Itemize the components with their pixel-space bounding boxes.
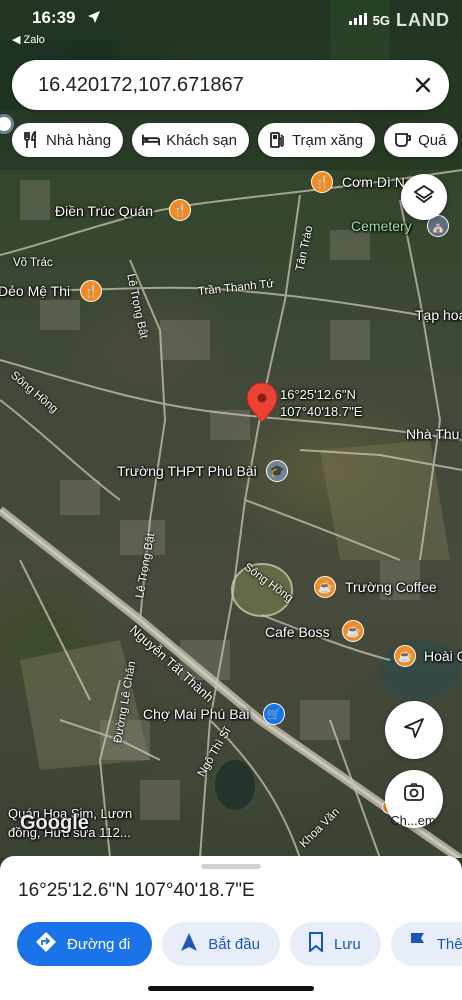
navigation-arrow-icon [180,932,198,956]
watermark-logo: LAND [396,10,450,30]
gas-station-icon [268,131,286,149]
google-logo: Google [20,812,89,834]
pin-label-lng: 107°40'18.7"E [280,404,363,419]
restaurant-poi-icon[interactable]: 🍴 [311,171,333,193]
camera-lens-icon [403,782,425,807]
action-label: Đường đi [67,935,131,953]
cafe-poi-icon[interactable]: ☕ [394,645,416,667]
poi-hoai-c[interactable]: Hoài C [424,648,462,664]
home-indicator [148,986,314,991]
bottom-sheet[interactable]: 16°25'12.6"N 107°40'18.7"E Đường đi Bắt … [0,856,462,1000]
chip-label: Quá [418,131,447,149]
save-button[interactable]: Lưu [289,922,381,966]
poi-tap-hoa[interactable]: Tạp hoá [415,307,462,323]
road-label-vo-trac: Võ Trác [13,257,53,269]
coffee-icon [394,131,412,149]
directions-icon [35,931,57,957]
chip-label: Nhà hàng [46,131,112,149]
network-type: 5G [372,13,390,28]
cafe-poi-icon[interactable]: ☕ [314,576,336,598]
chip-label: Khách sạn [166,131,237,149]
status-right-cluster: 5G LAND [348,10,450,31]
layers-icon [413,184,435,211]
search-input[interactable] [38,73,411,97]
navigation-arrow-icon [403,717,425,744]
poi-truong-coffee[interactable]: Trường Coffee [345,579,437,595]
lens-label[interactable]: Ch...em [381,813,445,828]
bookmark-icon [308,932,324,956]
start-button[interactable]: Bắt đầu [162,922,280,966]
chip-gas-stations[interactable]: Trạm xăng [257,123,376,157]
shopping-cart-icon[interactable]: 🛒 [263,703,285,725]
school-icon[interactable]: 🎓 [266,460,288,482]
flag-icon [409,932,427,956]
poi-truong-thpt[interactable]: Trường THPT Phú Bài [117,463,257,479]
action-label: Thên [436,935,462,953]
add-label-button[interactable]: Thên [390,922,462,966]
chip-coffee[interactable]: Quá [384,123,459,157]
status-time: 16:39 [32,8,76,27]
poi-deo-me-thi[interactable]: Dẻo Mệ Thi [0,283,70,299]
poi-cemetery[interactable]: Cemetery [351,218,412,234]
restaurant-poi-icon[interactable]: 🍴 [169,199,191,221]
action-buttons: Đường đi Bắt đầu Lưu Thên [17,922,462,966]
chip-label: Trạm xăng [291,131,364,149]
restaurant-poi-icon[interactable]: 🍴 [80,280,102,302]
action-label: Lưu [333,935,361,953]
poi-cafe-boss[interactable]: Cafe Boss [265,624,330,640]
directions-button[interactable]: Đường đi [17,922,153,966]
chip-hotels[interactable]: Khách sạn [132,123,249,157]
category-chips: Nhà hàng Khách sạn Trạm xăng Quá [12,123,462,159]
restaurant-icon [22,131,40,149]
poi-com-di[interactable]: Cơm Dì N [342,174,405,190]
poi-nha-thu[interactable]: Nhà Thu [406,426,459,442]
chip-restaurants[interactable]: Nhà hàng [12,123,124,157]
poi-cho-mai[interactable]: Chợ Mai Phú Bài [143,706,249,722]
status-bar: 16:39 ◀ Zalo 5G LAND [0,0,462,50]
poi-dien-truc-quan[interactable]: Điền Trúc Quán [55,203,153,219]
action-label: Bắt đầu [208,935,260,953]
sheet-coordinates: 16°25'12.6"N 107°40'18.7"E [18,880,255,901]
recenter-button[interactable] [385,701,443,759]
sheet-drag-handle[interactable] [201,864,261,869]
pin-label-lat: 16°25'12.6"N [280,387,356,402]
close-icon[interactable] [411,73,435,97]
cafe-poi-icon[interactable]: ☕ [342,620,364,642]
hotel-icon [142,131,161,149]
back-to-app-link[interactable]: ◀ Zalo [12,33,45,46]
signal-icon [348,12,367,30]
layers-button[interactable] [401,174,447,220]
search-bar[interactable] [12,60,449,110]
location-arrow-icon [87,10,101,29]
